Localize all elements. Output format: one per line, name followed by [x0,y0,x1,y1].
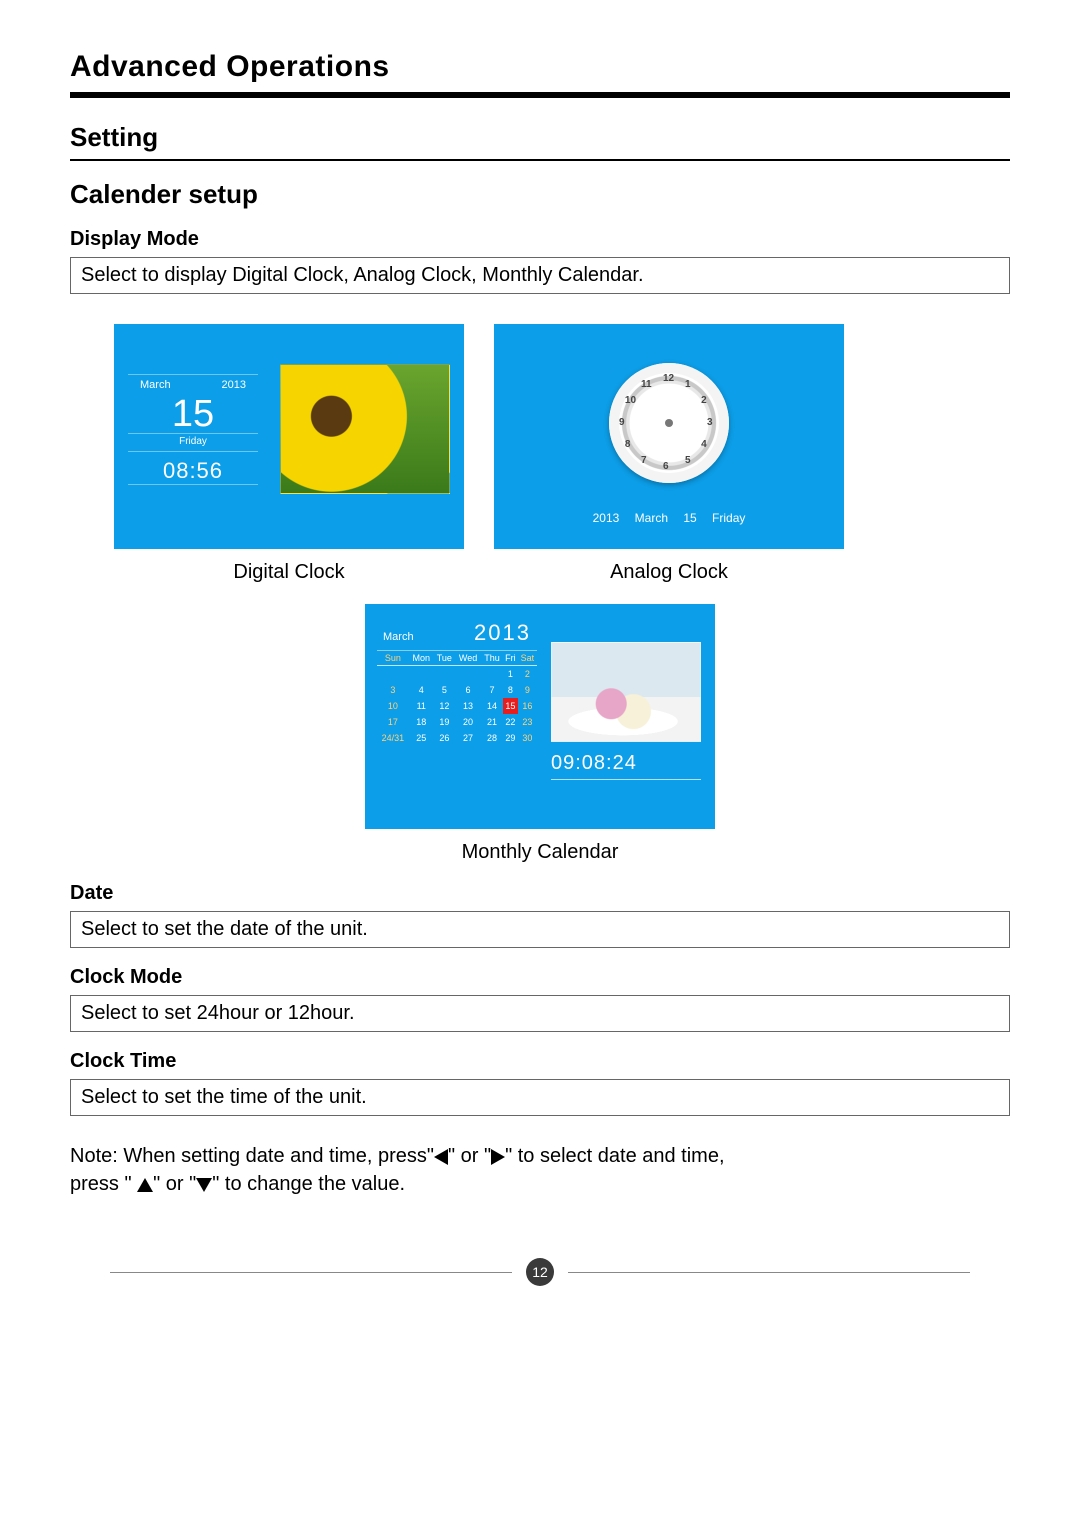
section-calendar-setup: Calender setup [70,179,1010,210]
calendar-cell: 15 [503,698,518,714]
right-arrow-icon [491,1149,505,1165]
calendar-cell: 30 [518,730,537,746]
calendar-dow: Tue [434,651,455,666]
digital-time: 08:56 [128,452,258,484]
analog-clock-block: 121234567891011 2013 March 15 Friday Ana… [494,324,844,584]
clock-number: 8 [625,439,631,450]
analog-clock-screen: 121234567891011 2013 March 15 Friday [494,324,844,549]
display-mode-desc: Select to display Digital Clock, Analog … [70,257,1010,294]
calendar-dow: Sat [518,651,537,666]
digital-month: March [140,379,171,391]
date-label: Date [70,882,1010,905]
monthly-calendar-screen: March 2013 SunMonTueWedThuFriSat 1234567… [365,604,715,829]
calendar-cell: 3 [377,682,409,698]
page-number: 12 [526,1258,554,1286]
clock-number: 2 [701,395,707,406]
analog-face: 121234567891011 [609,363,729,483]
digital-year: 2013 [222,379,246,391]
calendar-cell: 14 [481,698,503,714]
header-rule [70,92,1010,98]
calendar-dow: Fri [503,651,518,666]
page-header: Advanced Operations [70,50,1010,84]
clock-number: 11 [641,379,652,390]
calendar-cell: 22 [503,714,518,730]
footer: 12 [70,1258,1010,1286]
calendar-cell: 20 [455,714,481,730]
clock-number: 1 [685,379,691,390]
analog-month: March [635,511,668,525]
digital-clock-block: March 2013 15 Friday 08:56 Digital Clock [114,324,464,584]
clock-mode-desc: Select to set 24hour or 12hour. [70,995,1010,1032]
clock-number: 6 [663,461,669,472]
calendar-cell [377,666,409,683]
digital-caption: Digital Clock [114,561,464,584]
dessert-image [551,642,701,742]
calendar-cell: 28 [481,730,503,746]
analog-caption: Analog Clock [494,561,844,584]
sunflower-image [280,364,450,494]
calendar-cell: 12 [434,698,455,714]
calendar-cell: 25 [409,730,434,746]
clock-time-label: Clock Time [70,1050,1010,1073]
clock-number: 10 [625,395,636,406]
calendar-cell: 11 [409,698,434,714]
monthly-time: 09:08:24 [551,752,701,780]
calendar-cell: 1 [503,666,518,683]
calendar-cell [481,666,503,683]
monthly-caption: Monthly Calendar [365,841,715,864]
calendar-cell: 21 [481,714,503,730]
digital-dow: Friday [128,434,258,451]
date-desc: Select to set the date of the unit. [70,911,1010,948]
calendar-cell: 23 [518,714,537,730]
calendar-cell: 24/31 [377,730,409,746]
calendar-cell: 16 [518,698,537,714]
clock-number: 12 [663,373,674,384]
analog-year: 2013 [593,511,620,525]
analog-day: 15 [683,511,696,525]
calendar-cell: 2 [518,666,537,683]
clock-number: 3 [707,417,713,428]
calendar-cell: 26 [434,730,455,746]
section-setting: Setting [70,122,1010,161]
clock-mode-label: Clock Mode [70,966,1010,989]
monthly-calendar-block: March 2013 SunMonTueWedThuFriSat 1234567… [365,604,715,864]
calendar-cell: 5 [434,682,455,698]
calendar-grid: SunMonTueWedThuFriSat 123456789101112131… [377,650,537,746]
calendar-cell: 17 [377,714,409,730]
clock-time-desc: Select to set the time of the unit. [70,1079,1010,1116]
calendar-cell: 18 [409,714,434,730]
calendar-cell: 4 [409,682,434,698]
monthly-year: 2013 [474,620,531,646]
digital-day: 15 [128,395,258,433]
calendar-dow: Mon [409,651,434,666]
calendar-cell [455,666,481,683]
calendar-cell [409,666,434,683]
calendar-dow: Wed [455,651,481,666]
clock-number: 5 [685,455,691,466]
down-arrow-icon [196,1178,212,1192]
calendar-cell: 6 [455,682,481,698]
calendar-cell [434,666,455,683]
display-mode-label: Display Mode [70,228,1010,251]
up-arrow-icon [137,1178,153,1192]
calendar-cell: 9 [518,682,537,698]
calendar-cell: 10 [377,698,409,714]
note-text: Note: When setting date and time, press"… [70,1142,1010,1198]
left-arrow-icon [434,1149,448,1165]
calendar-cell: 13 [455,698,481,714]
calendar-cell: 27 [455,730,481,746]
calendar-cell: 8 [503,682,518,698]
digital-clock-screen: March 2013 15 Friday 08:56 [114,324,464,549]
calendar-cell: 7 [481,682,503,698]
monthly-month: March [383,631,414,643]
calendar-dow: Sun [377,651,409,666]
clock-number: 7 [641,455,647,466]
analog-dow: Friday [712,511,745,525]
calendar-cell: 19 [434,714,455,730]
clock-number: 9 [619,417,625,428]
clock-number: 4 [701,439,707,450]
calendar-dow: Thu [481,651,503,666]
calendar-cell: 29 [503,730,518,746]
